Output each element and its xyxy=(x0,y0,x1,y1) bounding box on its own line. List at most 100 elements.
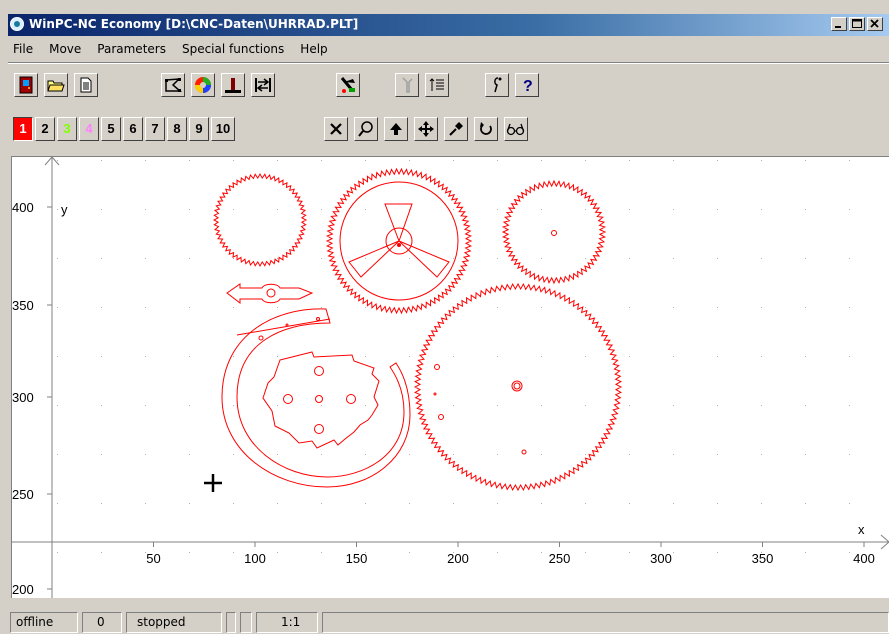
y-tick-label: 350 xyxy=(12,298,34,313)
document-button[interactable] xyxy=(74,73,98,97)
layer-1-button[interactable]: 1 xyxy=(13,117,33,141)
menu-move[interactable]: Move xyxy=(41,42,89,56)
x-tick-label: 300 xyxy=(650,551,672,566)
close-icon xyxy=(870,19,879,28)
exit-icon xyxy=(19,76,33,94)
zoom-button[interactable] xyxy=(354,117,378,141)
spring-hole xyxy=(285,323,289,327)
window-title: WinPC-NC Economy [D:\CNC-Daten\UHRRAD.PL… xyxy=(29,17,359,31)
large-gear-hole xyxy=(521,449,527,455)
status-connection: offline xyxy=(10,612,78,633)
redraw-icon xyxy=(480,122,492,135)
info-icon xyxy=(494,77,502,93)
menu-special-functions[interactable]: Special functions xyxy=(174,42,292,56)
reference-run-button[interactable] xyxy=(251,73,275,97)
glasses-button[interactable] xyxy=(504,117,528,141)
redraw-button[interactable] xyxy=(474,117,498,141)
close-button[interactable] xyxy=(867,17,883,31)
app-icon xyxy=(10,17,24,31)
origin-icon xyxy=(225,78,241,93)
info-button[interactable] xyxy=(485,73,509,97)
layer-3-button[interactable]: 3 xyxy=(57,117,77,141)
status-state: stopped xyxy=(126,612,222,633)
menu-help[interactable]: Help xyxy=(292,42,335,56)
zoom-icon xyxy=(358,121,373,137)
large-gear-hole xyxy=(438,414,444,420)
maximize-icon xyxy=(852,19,862,28)
axes xyxy=(12,157,889,598)
layer-6-button[interactable]: 6 xyxy=(123,117,143,141)
gear-spoke-top xyxy=(384,203,413,243)
x-tick-labels: 50 100 150 200 250 300 350 400 xyxy=(146,542,875,566)
plate-hole xyxy=(283,394,293,404)
small-gear-top-left xyxy=(212,172,308,268)
layer-4-button[interactable]: 4 xyxy=(79,117,99,141)
y-tick-label: 250 xyxy=(12,487,34,502)
title-bar: WinPC-NC Economy [D:\CNC-Daten\UHRRAD.PL… xyxy=(8,14,889,36)
cancel-view-button[interactable] xyxy=(324,117,348,141)
help-button[interactable]: ? xyxy=(515,73,539,97)
tool-change-icon xyxy=(402,77,413,93)
cancel-icon xyxy=(330,123,342,135)
y-tick-labels: 400 350 300 250 200 xyxy=(12,200,52,597)
spring-hole xyxy=(258,335,264,341)
menu-parameters[interactable]: Parameters xyxy=(89,42,174,56)
home-button[interactable] xyxy=(384,117,408,141)
select-button[interactable] xyxy=(161,73,185,97)
y-tick-label: 300 xyxy=(12,390,34,405)
star-plate xyxy=(262,351,380,449)
spring-hole xyxy=(316,317,320,321)
pin-button[interactable] xyxy=(444,117,468,141)
tool-change-button[interactable] xyxy=(395,73,419,97)
small-gear-top-right xyxy=(501,179,607,285)
x-axis-label: x xyxy=(858,522,865,537)
status-empty-2 xyxy=(240,612,252,633)
x-tick-label: 400 xyxy=(853,551,875,566)
plate-hole xyxy=(314,424,324,434)
status-scale: 1:1 xyxy=(256,612,318,633)
minimize-button[interactable] xyxy=(831,17,847,31)
gear-center-dot xyxy=(397,243,401,247)
status-counter: 0 xyxy=(82,612,122,633)
drawing-canvas[interactable]: y x 50 100 150 200 250 300 350 400 400 350 300 250… xyxy=(11,156,889,598)
open-folder-icon xyxy=(47,80,65,92)
exit-button[interactable] xyxy=(14,73,38,97)
x-tick-label: 250 xyxy=(549,551,571,566)
gear-bore-top-right xyxy=(551,230,557,236)
pan-button[interactable] xyxy=(414,117,438,141)
list-button[interactable] xyxy=(425,73,449,97)
layer-7-button[interactable]: 7 xyxy=(145,117,165,141)
menu-bar: File Move Parameters Special functions H… xyxy=(8,37,889,61)
view-toolbar: 1 2 3 4 5 6 7 8 9 10 xyxy=(8,112,889,146)
y-tick-label: 400 xyxy=(12,200,34,215)
select-icon xyxy=(165,78,182,92)
window-controls xyxy=(829,17,883,31)
open-button[interactable] xyxy=(44,73,68,97)
gear-spoke-right xyxy=(398,240,450,278)
x-tick-label: 50 xyxy=(146,551,160,566)
tools-button[interactable] xyxy=(336,73,360,97)
layer-2-button[interactable]: 2 xyxy=(35,117,55,141)
layer-8-button[interactable]: 8 xyxy=(167,117,187,141)
maximize-button[interactable] xyxy=(849,17,865,31)
x-tick-label: 150 xyxy=(346,551,368,566)
spring-arm xyxy=(236,318,331,336)
help-icon: ? xyxy=(523,78,533,94)
list-icon xyxy=(429,78,444,91)
color-button[interactable] xyxy=(191,73,215,97)
main-toolbar: ? xyxy=(8,68,889,102)
status-bar: offline 0 stopped 1:1 xyxy=(8,610,889,634)
minimize-icon xyxy=(835,26,841,28)
menu-file[interactable]: File xyxy=(8,42,41,56)
layer-10-button[interactable]: 10 xyxy=(211,117,235,141)
tools-icon xyxy=(340,77,355,93)
glasses-icon xyxy=(506,123,525,136)
plot-area[interactable]: y x 50 100 150 200 250 300 350 400 400 350 300 250… xyxy=(12,157,889,598)
large-gear-hole xyxy=(434,364,440,370)
x-tick-label: 350 xyxy=(752,551,774,566)
reference-run-icon xyxy=(255,78,271,92)
layer-9-button[interactable]: 9 xyxy=(189,117,209,141)
layer-5-button[interactable]: 5 xyxy=(101,117,121,141)
status-message xyxy=(322,612,889,633)
origin-button[interactable] xyxy=(221,73,245,97)
